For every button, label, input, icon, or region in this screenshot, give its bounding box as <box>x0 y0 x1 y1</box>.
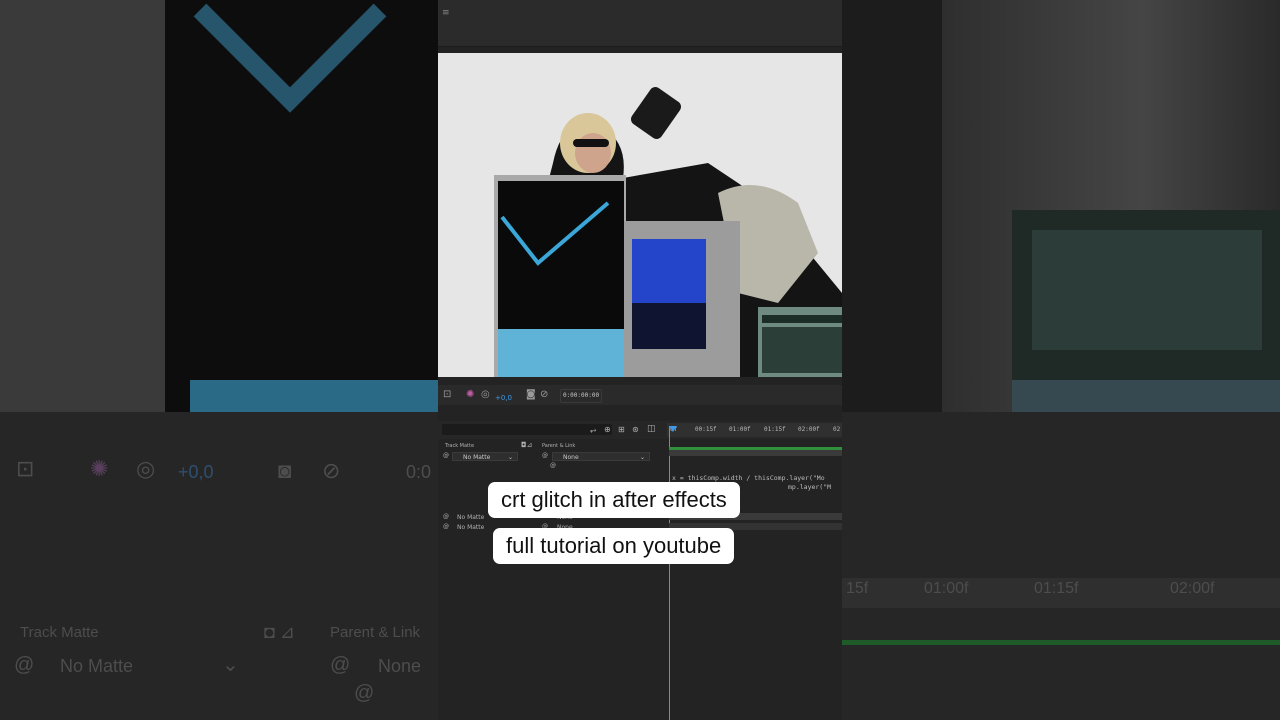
parent-dropdown[interactable]: None ⌄ <box>552 452 650 461</box>
show-snapshot-icon[interactable]: ⊘ <box>540 388 548 402</box>
snapshot-camera-icon[interactable]: ◙ <box>526 388 536 402</box>
chevron-down-icon: ⌄ <box>507 454 513 461</box>
layer-search-input[interactable] <box>442 424 612 435</box>
blurred-preview-left <box>0 0 438 412</box>
blurred-timecode: 0:0 <box>406 462 432 482</box>
preview-image <box>438 53 842 377</box>
blurred-parent-spiral-icon: @ <box>330 654 351 676</box>
blurred-matte-icon: ◘ ⊿ <box>264 622 295 642</box>
blurred-parent-none: None <box>378 656 422 676</box>
after-effects-window: ≡ ⊡ ✺ ◎ +0,0 ◙ ⊘ 0:00:00:00 ⥅ ⊕ ⊞ ⊛ ◫ 0f… <box>438 0 842 720</box>
track-matte-column-label: Track Matte <box>445 443 475 449</box>
blurred-tick-1: 15f <box>846 580 869 597</box>
track-matte-value: No Matte <box>463 454 491 461</box>
blurred-tick-2: 01:00f <box>924 580 969 597</box>
shy-layers-icon[interactable]: ⊕ <box>604 425 611 434</box>
blurred-timeline-right: 15f 01:00f 01:15f 02:00f <box>842 412 1280 720</box>
blurred-monitor-icon: ⊡ <box>16 456 35 481</box>
timeline-header: ⥅ ⊕ ⊞ ⊛ ◫ 0f 00:15f 01:00f 01:15f 02:00f… <box>438 421 842 439</box>
top-bar: ≡ <box>438 0 842 47</box>
time-ruler[interactable]: 0f 00:15f 01:00f 01:15f 02:00f 02 <box>667 423 842 437</box>
expression-pick-whip-icon[interactable]: @ <box>550 462 556 469</box>
blurred-no-matte: No Matte <box>60 656 134 676</box>
ruler-tick-01-00f: 01:00f <box>729 426 751 433</box>
exposure-value[interactable]: +0,0 <box>495 391 512 405</box>
monitor-icon[interactable]: ⊡ <box>443 388 451 402</box>
layer-track <box>669 450 842 456</box>
expression-line-1[interactable]: x = thisComp.width / thisComp.layer("Mo <box>672 474 825 482</box>
blurred-preview-right <box>842 0 1280 412</box>
blurred-spiral-icon: @ <box>14 654 35 676</box>
ruler-tick-02: 02 <box>833 426 841 433</box>
blurred-background-left: ⊡ ✺ ◎ +0,0 ◙ ⊘ 0:0 Track Matte ◘ ⊿ Paren… <box>0 0 438 720</box>
playhead-line[interactable] <box>669 426 670 720</box>
blurred-exposure-value: +0,0 <box>178 462 214 482</box>
track-matte-dropdown[interactable]: No Matte ⌄ <box>452 452 518 461</box>
blurred-color-icon: ✺ <box>90 456 109 481</box>
matte-toggle-icons[interactable]: ◘⊿ <box>521 441 532 449</box>
blurred-exposure-icon: ◎ <box>136 456 156 481</box>
blurred-camera-icon: ◙ <box>278 458 292 483</box>
blurred-track-matte-label: Track Matte <box>20 624 99 641</box>
blurred-tick-4: 02:00f <box>1170 580 1215 597</box>
composition-preview[interactable] <box>438 53 842 377</box>
motion-blur-icon[interactable]: ⊛ <box>632 425 639 434</box>
caption-line-1: crt glitch in after effects <box>488 482 740 518</box>
blurred-tick-3: 01:15f <box>1034 580 1079 597</box>
pick-whip-icon[interactable]: @ <box>443 523 449 530</box>
color-channels-icon[interactable]: ✺ <box>466 388 474 402</box>
blurred-timeline-left: ⊡ ✺ ◎ +0,0 ◙ ⊘ 0:0 Track Matte ◘ ⊿ Paren… <box>0 412 438 720</box>
draft-3d-icon[interactable]: ⥅ <box>590 425 596 435</box>
parent-pick-whip-icon[interactable]: @ <box>542 452 548 459</box>
blurred-background-right: 15f 01:00f 01:15f 02:00f <box>842 0 1280 720</box>
blurred-green-bar <box>842 640 1280 645</box>
frame-blending-icon[interactable]: ⊞ <box>618 425 625 434</box>
current-time-display[interactable]: 0:00:00:00 <box>560 389 602 403</box>
viewer-toolbar: ⊡ ✺ ◎ +0,0 ◙ ⊘ 0:00:00:00 <box>438 385 842 405</box>
graph-editor-icon[interactable]: ◫ <box>647 424 656 434</box>
exposure-reset-icon[interactable]: ◎ <box>481 388 490 402</box>
chevron-down-icon: ⌄ <box>639 454 645 461</box>
ruler-tick-02-00f: 02:00f <box>798 426 820 433</box>
track-matte-value[interactable]: No Matte <box>457 524 484 531</box>
playhead-handle[interactable] <box>669 426 677 432</box>
track-matte-value[interactable]: No Matte <box>457 514 484 521</box>
parent-value: None <box>563 454 579 461</box>
blurred-chevron-icon: ⌄ <box>222 654 239 676</box>
parent-link-column-label: Parent & Link <box>542 443 576 449</box>
caption-line-2: full tutorial on youtube <box>493 528 735 564</box>
blurred-link-icon: ⊘ <box>322 458 341 483</box>
ruler-tick-01-15f: 01:15f <box>764 426 786 433</box>
ruler-tick-00-15f: 00:15f <box>695 426 717 433</box>
expression-line-2[interactable]: mp.layer("M <box>788 483 831 491</box>
blurred-spiral-icon-2: @ <box>354 682 375 704</box>
pick-whip-icon[interactable]: @ <box>443 513 449 520</box>
blurred-parent-link-label: Parent & Link <box>330 624 421 641</box>
hamburger-menu-icon[interactable]: ≡ <box>442 8 450 18</box>
pick-whip-icon[interactable]: @ <box>443 452 449 459</box>
